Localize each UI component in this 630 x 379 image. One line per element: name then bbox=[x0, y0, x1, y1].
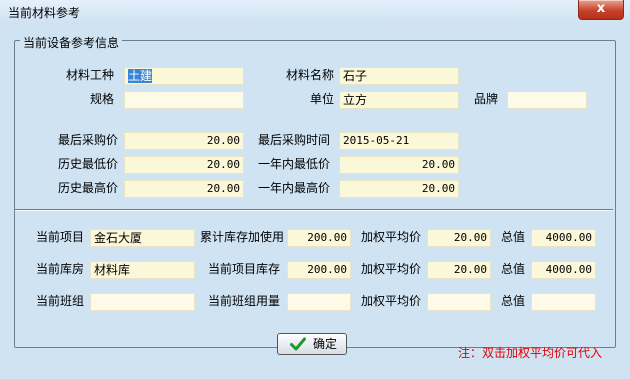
total-field-2[interactable]: 4000.00 bbox=[531, 261, 596, 279]
project-label: 当前项目 bbox=[36, 230, 85, 244]
wavg-price-field-2[interactable]: 20.00 bbox=[427, 261, 491, 279]
window-title: 当前材料参考 bbox=[8, 6, 81, 20]
wavg-price-label-1: 加权平均价 bbox=[361, 230, 422, 244]
year-high-field[interactable]: 20.00 bbox=[339, 180, 459, 198]
group-title: 当前设备参考信息 bbox=[20, 34, 123, 51]
year-low-label: 一年内最低价 bbox=[258, 157, 331, 171]
year-high-label: 一年内最高价 bbox=[258, 181, 331, 195]
last-time-label: 最后采购时间 bbox=[258, 133, 331, 147]
material-name-label: 材料名称 bbox=[286, 68, 335, 82]
checkmark-icon bbox=[290, 337, 306, 351]
wavg-price-label-2: 加权平均价 bbox=[361, 262, 422, 276]
material-name-field[interactable]: 石子 bbox=[339, 67, 459, 85]
warehouse-label: 当前库房 bbox=[36, 262, 85, 276]
total-label-2: 总值 bbox=[501, 262, 526, 276]
team-label: 当前班组 bbox=[36, 294, 85, 308]
brand-label: 品牌 bbox=[474, 92, 499, 106]
ok-button-label: 确定 bbox=[313, 337, 338, 351]
project-field[interactable]: 金石大厦 bbox=[90, 229, 195, 247]
close-button[interactable]: x bbox=[578, 0, 624, 20]
year-low-field[interactable]: 20.00 bbox=[339, 156, 459, 174]
project-stock-field[interactable]: 200.00 bbox=[287, 261, 351, 279]
hint-note: 注：双击加权平均价可代入 bbox=[458, 346, 603, 360]
hist-low-field[interactable]: 20.00 bbox=[124, 156, 244, 174]
total-label-1: 总值 bbox=[501, 230, 526, 244]
material-type-field[interactable]: 土建 bbox=[124, 67, 244, 85]
total-field-3[interactable] bbox=[531, 293, 596, 311]
ok-button[interactable]: 确定 bbox=[277, 333, 347, 355]
unit-label: 单位 bbox=[310, 92, 335, 106]
hist-low-label: 历史最低价 bbox=[58, 157, 119, 171]
total-label-3: 总值 bbox=[501, 294, 526, 308]
hist-high-label: 历史最高价 bbox=[58, 181, 119, 195]
brand-field[interactable] bbox=[507, 91, 587, 109]
wavg-price-field-3[interactable] bbox=[427, 293, 491, 311]
close-icon: x bbox=[596, 1, 606, 16]
cum-stock-field[interactable]: 200.00 bbox=[287, 229, 351, 247]
material-type-label: 材料工种 bbox=[66, 68, 115, 82]
spec-field[interactable] bbox=[124, 91, 244, 109]
title-bar: 当前材料参考 x bbox=[0, 0, 630, 24]
wavg-price-label-3: 加权平均价 bbox=[361, 294, 422, 308]
spec-label: 规格 bbox=[90, 92, 115, 106]
project-stock-label: 当前项目库存 bbox=[208, 262, 281, 276]
last-price-label: 最后采购价 bbox=[58, 133, 119, 147]
hist-high-field[interactable]: 20.00 bbox=[124, 180, 244, 198]
section-divider bbox=[15, 209, 613, 211]
last-time-field[interactable]: 2015-05-21 bbox=[339, 132, 459, 150]
warehouse-field[interactable]: 材料库 bbox=[90, 261, 195, 279]
last-price-field[interactable]: 20.00 bbox=[124, 132, 244, 150]
cum-stock-label: 累计库存加使用 bbox=[200, 230, 285, 244]
team-field[interactable] bbox=[90, 293, 195, 311]
team-usage-label: 当前班组用量 bbox=[208, 294, 281, 308]
wavg-price-field-1[interactable]: 20.00 bbox=[427, 229, 491, 247]
team-usage-field[interactable] bbox=[287, 293, 351, 311]
total-field-1[interactable]: 4000.00 bbox=[531, 229, 596, 247]
unit-field[interactable]: 立方 bbox=[339, 91, 459, 109]
